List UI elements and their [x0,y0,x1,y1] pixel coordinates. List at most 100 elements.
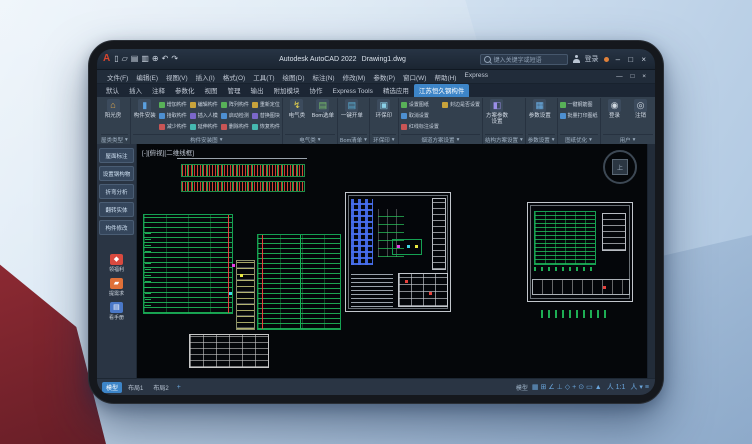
ribbon-small-button[interactable]: 红线标注设置 [401,121,439,132]
viewcube[interactable]: 上 [603,150,637,184]
sign-in-button[interactable]: 登录 [585,54,599,64]
ribbon-tab-5[interactable]: 管理 [223,84,246,97]
menu-item-3[interactable]: 插入(I) [192,72,219,82]
sidebar-item-3[interactable]: 翻转实体 [99,202,134,217]
plot-icon[interactable]: ⊕ [152,55,159,63]
sidebar-item-4[interactable]: 构件修改 [99,220,134,235]
viewcube-face[interactable]: 上 [612,159,628,175]
menu-item-4[interactable]: 格式(O) [219,72,249,82]
open-folder-icon[interactable]: ▱ [122,55,128,63]
ribbon-tab-7[interactable]: 附加模块 [269,84,305,97]
layout-tab-2[interactable]: 布局2 [149,382,172,393]
status-toggle-7[interactable]: ▭ [585,384,594,391]
ribbon-small-button[interactable]: 重新定位 [252,99,280,110]
ribbon-big-button[interactable]: ◎注销 [629,99,653,119]
status-right-0[interactable]: 人 [629,384,638,391]
save-icon[interactable]: ▤ [131,55,139,63]
ribbon-small-button[interactable]: 取消设置 [401,110,439,121]
model-space-toggle[interactable]: 模型 [516,383,528,392]
ribbon-tab-6[interactable]: 输出 [246,84,269,97]
ribbon-big-button[interactable]: ▤Bom选单 [311,99,335,119]
maximize-button[interactable]: □ [626,55,636,64]
ribbon-small-button[interactable]: 恢复构件 [252,121,280,132]
redo-icon[interactable]: ↷ [171,55,178,63]
undo-icon[interactable]: ↶ [162,55,169,63]
ribbon-big-button[interactable]: ⌂阳光房 [101,99,125,119]
status-toggle-8[interactable]: ▲ [594,384,603,391]
ribbon-small-button[interactable]: 替换图块 [252,110,280,121]
ribbon-small-button[interactable]: 增加构件 [159,99,187,110]
menu-item-10[interactable]: 窗口(W) [399,72,430,82]
ribbon-tab-3[interactable]: 参数化 [170,84,200,97]
status-toggle-3[interactable]: ⊥ [556,384,564,391]
ribbon-big-button[interactable]: ▮构件安装 [133,99,157,119]
annotation-scale[interactable]: 人 1:1 [606,384,627,391]
ribbon-big-button[interactable]: ◉登录 [603,99,627,119]
layout-tab-0[interactable]: 模型 [102,382,122,393]
doc-close-button[interactable]: × [640,73,649,80]
notification-icon[interactable] [604,57,609,62]
sidebar-item-1[interactable]: 设置钢构物 [99,166,134,181]
sidebar-item-0[interactable]: 屋面标注 [99,148,134,163]
menu-item-7[interactable]: 标注(N) [309,72,339,82]
status-right-2[interactable]: ≡ [644,384,650,391]
menu-item-1[interactable]: 编辑(E) [132,72,162,82]
menu-item-0[interactable]: 文件(F) [103,72,132,82]
viewport-label[interactable]: [-][俯视][二维线框] [142,147,194,157]
ribbon-tab-8[interactable]: 协作 [305,84,328,97]
canvas-scrollbar[interactable] [647,144,655,378]
ribbon-small-button[interactable]: 设置图纸 [401,99,439,110]
ribbon-big-button[interactable]: ▣环保印 [372,99,396,119]
status-toggle-0[interactable]: ▦ [531,384,540,391]
doc-minimize-button[interactable]: — [614,73,626,80]
menu-item-12[interactable]: Express [460,72,491,82]
sidebar-item-2[interactable]: 折弯分析 [99,184,134,199]
ribbon-small-button[interactable]: 拾取构件 [159,110,187,121]
drawing-canvas[interactable]: [-][俯视][二维线框] 上 [137,144,647,378]
new-file-icon[interactable]: ▯ [114,55,118,63]
new-layout-button[interactable]: + [176,384,182,391]
ribbon-small-button[interactable]: 编辑构件 [190,99,218,110]
menu-item-11[interactable]: 帮助(H) [430,72,460,82]
menu-item-5[interactable]: 工具(T) [249,72,278,82]
ribbon-big-button[interactable]: ▤一键开单 [340,99,364,119]
sidebar-quick-2[interactable]: ▤看手册 [109,302,124,321]
ribbon-small-label: 拾取构件 [167,112,187,119]
layout-tab-1[interactable]: 布局1 [124,382,147,393]
ribbon-big-button[interactable]: ↯电气类 [285,99,309,119]
ribbon-tab-9[interactable]: Express Tools [328,87,378,97]
ribbon-small-button[interactable]: 启动检测 [221,110,249,121]
ribbon-tab-0[interactable]: 默认 [101,84,124,97]
status-toggle-6[interactable]: ⊙ [577,384,585,391]
ribbon-small-button[interactable]: 延伸构件 [190,121,218,132]
sidebar-quick-1[interactable]: ▰提需求 [109,278,124,297]
ribbon-small-button[interactable]: 批量打印图纸 [560,110,598,121]
ribbon-tab-1[interactable]: 插入 [124,84,147,97]
ribbon-small-button[interactable]: 插入人模 [190,110,218,121]
doc-restore-button[interactable]: □ [628,73,637,80]
status-toggle-2[interactable]: ∠ [547,384,555,391]
menu-item-9[interactable]: 参数(P) [369,72,399,82]
ribbon-small-button[interactable]: 封边是否设置 [442,99,480,110]
ribbon-tab-10[interactable]: 精选应用 [378,84,414,97]
search-input[interactable]: 键入关键字或短语 [480,54,568,65]
autocad-logo-icon[interactable]: A [103,54,110,64]
ribbon-small-button[interactable]: 阵列构件 [221,99,249,110]
status-toggle-1[interactable]: ⊞ [540,384,548,391]
ribbon-tab-2[interactable]: 注释 [147,84,170,97]
ribbon-small-button[interactable]: 删除构件 [221,121,249,132]
minimize-button[interactable]: – [614,55,623,64]
ribbon-tab-11[interactable]: 江苏恒久钢构件 [414,84,470,97]
sidebar-quick-0[interactable]: ◆领福利 [109,254,124,273]
ribbon-small-button[interactable]: 一键钢筋图 [560,99,598,110]
ribbon-small-button[interactable]: 减少构件 [159,121,187,132]
menu-item-6[interactable]: 绘图(D) [279,72,309,82]
close-button[interactable]: × [639,55,649,64]
ribbon-big-button[interactable]: ◧方案参数设置 [485,99,509,125]
ribbon-tab-4[interactable]: 视图 [200,84,223,97]
menu-item-8[interactable]: 修改(M) [339,72,370,82]
ribbon-big-button[interactable]: ▦参数设置 [528,99,552,119]
menu-item-2[interactable]: 视图(V) [162,72,192,82]
status-toggle-4[interactable]: ◇ [564,384,571,391]
save-as-icon[interactable]: ▥ [141,55,149,63]
